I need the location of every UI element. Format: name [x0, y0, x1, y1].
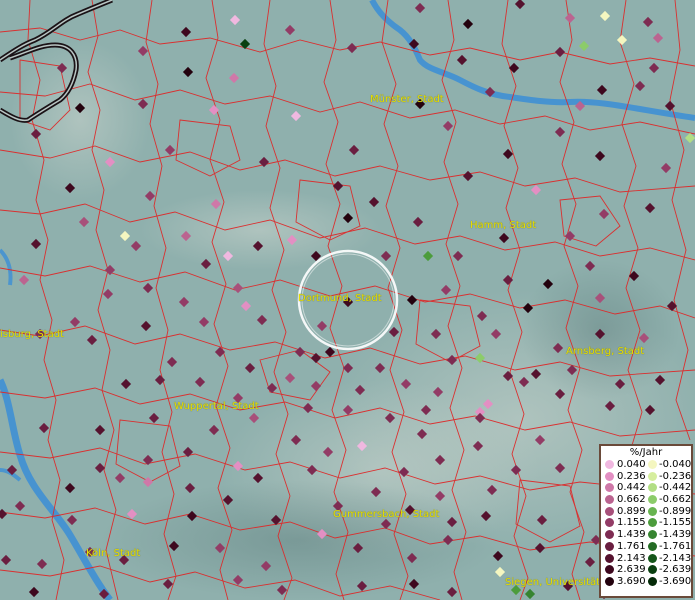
legend-swatch — [648, 553, 657, 563]
legend-row: 2.639 -2.639 — [601, 564, 691, 576]
legend-value-label: 0.662 — [617, 494, 646, 506]
legend-swatch — [605, 553, 614, 563]
legend-swatch — [648, 471, 657, 481]
legend-value-label: -3.690 — [659, 575, 692, 587]
map-canvas[interactable]: Münster, Stadt Hamm, Stadt Dortmund, Sta… — [0, 0, 695, 600]
legend-swatch — [605, 483, 614, 493]
legend-swatch — [605, 471, 614, 481]
legend-swatch — [648, 530, 657, 540]
legend-swatch — [648, 483, 657, 493]
legend-value-label: -1.761 — [659, 540, 692, 552]
map-legend: %/Jahr 0.040 -0.040 0.236 -0.236 0.442 -0.442… — [599, 444, 693, 598]
legend-row: 0.442 -0.442 — [601, 482, 691, 494]
legend-value-label: 2.639 — [617, 564, 646, 576]
legend-swatch — [605, 565, 614, 575]
legend-value-label: 1.761 — [617, 540, 646, 552]
legend-value-label: -2.639 — [659, 564, 692, 576]
legend-row: 1.155 -1.155 — [601, 517, 691, 529]
legend-value-label: -0.040 — [659, 459, 692, 470]
legend-row: 0.236 -0.236 — [601, 471, 691, 483]
legend-rows: 0.040 -0.040 0.236 -0.236 0.442 -0.442 0.662 -0… — [601, 459, 691, 588]
city-label-wuppertal[interactable]: Wuppertal, Stadt — [174, 401, 259, 412]
legend-swatch — [648, 576, 657, 586]
legend-row: 0.040 -0.040 — [601, 459, 691, 471]
legend-value-label: 0.236 — [617, 470, 646, 482]
legend-value-label: -0.899 — [659, 505, 692, 517]
legend-value-label: -0.442 — [659, 482, 692, 494]
legend-swatch — [605, 460, 614, 469]
legend-value-label: 1.439 — [617, 529, 646, 541]
city-label-arnsberg[interactable]: Arnsberg, Stadt — [566, 346, 644, 357]
legend-swatch — [605, 495, 614, 505]
legend-swatch — [648, 565, 657, 575]
legend-swatch — [648, 541, 657, 551]
city-label-dortmund[interactable]: Dortmund, Stadt — [298, 293, 382, 304]
legend-swatch — [605, 541, 614, 551]
legend-value-label: -1.439 — [659, 529, 692, 541]
legend-swatch — [648, 495, 657, 505]
legend-value-label: 0.040 — [617, 459, 646, 470]
city-label-hamm[interactable]: Hamm, Stadt — [470, 220, 536, 231]
legend-swatch — [605, 518, 614, 528]
legend-value-label: 2.143 — [617, 552, 646, 564]
legend-row: 3.690 -3.690 — [601, 576, 691, 588]
city-label-koeln[interactable]: Köln, Stadt — [86, 548, 140, 559]
legend-row: 2.143 -2.143 — [601, 553, 691, 565]
city-label-gummersbach[interactable]: Gummersbach, Stadt — [333, 509, 439, 520]
legend-swatch — [648, 518, 657, 528]
legend-value-label: -0.236 — [659, 470, 692, 482]
legend-value-label: 0.899 — [617, 505, 646, 517]
legend-swatch — [605, 506, 614, 516]
legend-value-label: 1.155 — [617, 517, 646, 529]
legend-row: 0.899 -0.899 — [601, 506, 691, 518]
legend-value-label: -1.155 — [659, 517, 692, 529]
legend-value-label: -0.662 — [659, 494, 692, 506]
city-label-duisburg[interactable]: isburg, Stadt — [0, 329, 64, 340]
legend-row: 0.662 -0.662 — [601, 494, 691, 506]
legend-row: 1.761 -1.761 — [601, 541, 691, 553]
legend-row: 1.439 -1.439 — [601, 529, 691, 541]
city-label-siegen[interactable]: Siegen, Universitäts — [505, 577, 605, 588]
city-label-muenster[interactable]: Münster, Stadt — [370, 94, 444, 105]
legend-swatch — [648, 506, 657, 516]
legend-value-label: 0.442 — [617, 482, 646, 494]
legend-value-label: -2.143 — [659, 552, 692, 564]
legend-swatch — [605, 576, 614, 586]
legend-value-label: 3.690 — [617, 575, 646, 587]
legend-swatch — [605, 530, 614, 540]
legend-swatch — [648, 460, 657, 469]
legend-title: %/Jahr — [629, 447, 663, 458]
